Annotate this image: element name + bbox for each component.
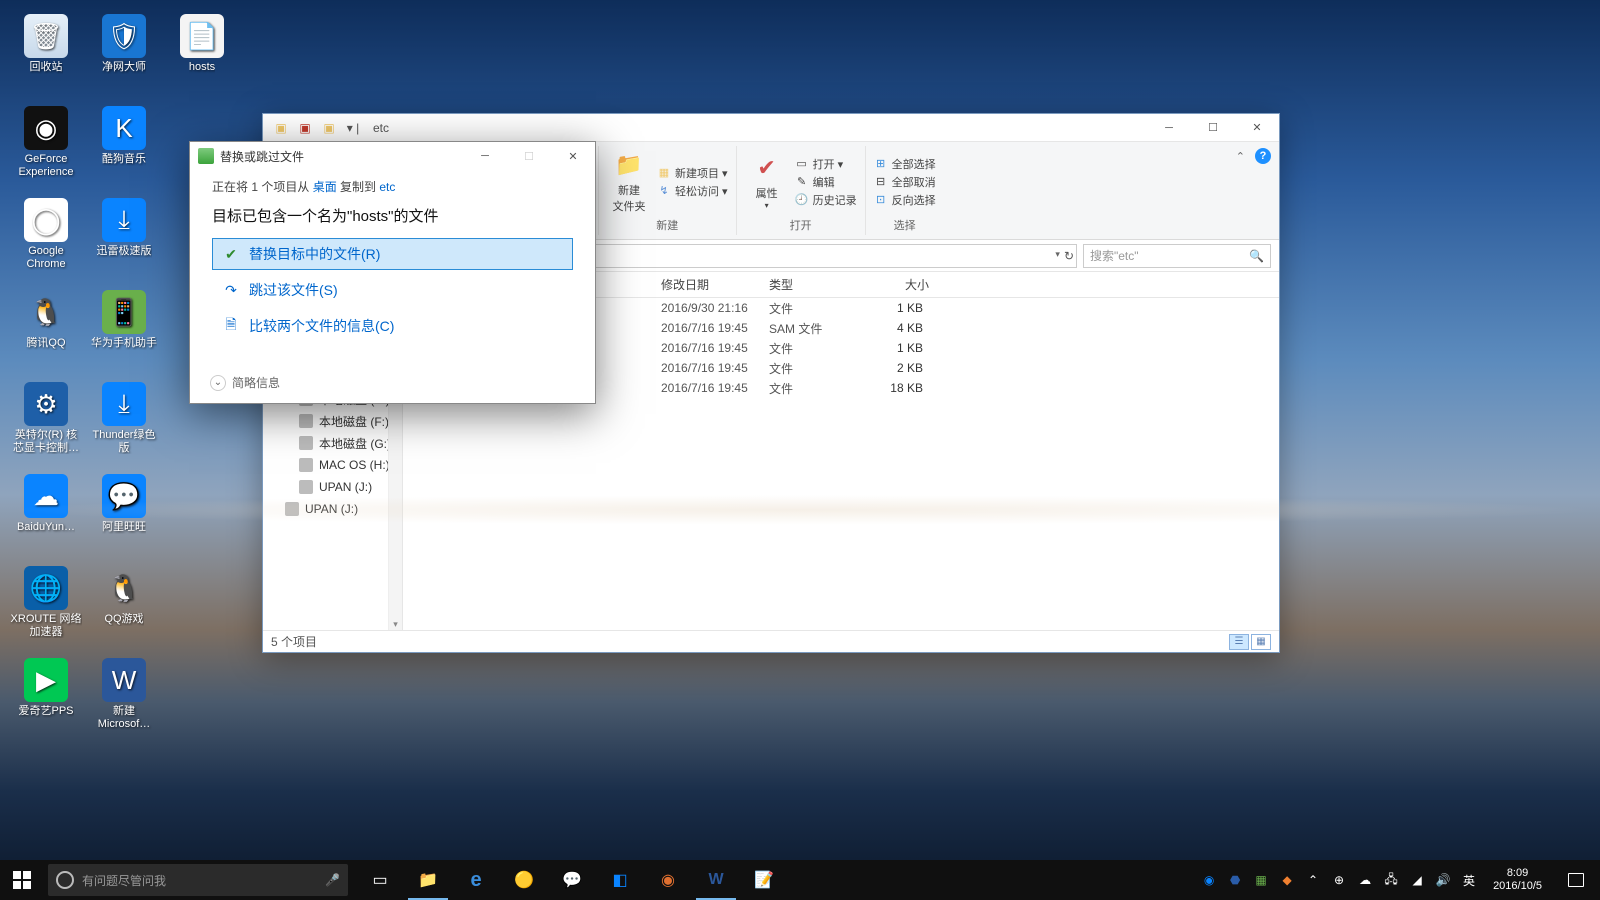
desktop-icon[interactable]: 📱华为手机助手 [88, 286, 160, 372]
minimize-button[interactable]: ─ [1147, 114, 1191, 142]
desktop-icon[interactable]: 🛡净网大师 [88, 10, 160, 96]
quick-access-dropdown[interactable]: ▾ | [345, 120, 361, 136]
new-item-button[interactable]: ▦新建项目 ▾ [657, 165, 728, 181]
invert-selection-button[interactable]: ⊡反向选择 [874, 192, 936, 208]
tray-icon[interactable]: ◉ [1201, 872, 1217, 888]
view-details-button[interactable]: ☰ [1229, 634, 1249, 650]
cortana-icon [56, 871, 74, 889]
tray-icon[interactable]: ▦ [1253, 872, 1269, 888]
help-icon[interactable]: ? [1255, 148, 1271, 164]
properties-button[interactable]: ✔属性▾ [745, 153, 789, 210]
taskbar-app-2[interactable]: ◉ [644, 860, 692, 900]
tray-security-icon[interactable]: ⊕ [1331, 872, 1347, 888]
nav-item[interactable]: 本地磁盘 (G:) [263, 432, 402, 454]
view-icons-button[interactable]: ▦ [1251, 634, 1271, 650]
quick-access-1[interactable]: ▣ [297, 120, 313, 136]
desktop-icon[interactable]: ⤓Thunder绿色版 [88, 378, 160, 464]
search-input[interactable]: 搜索"etc" 🔍 [1083, 244, 1271, 268]
desktop-icon[interactable]: 🐧腾讯QQ [10, 286, 82, 372]
replace-skip-dialog: 替换或跳过文件 ─ ☐ ✕ 正在将 1 个项目从 桌面 复制到 etc 目标已包… [189, 141, 596, 404]
address-dropdown-icon[interactable]: ▾ [1055, 249, 1060, 263]
nav-item[interactable]: MAC OS (H:) [263, 454, 402, 476]
refresh-icon[interactable]: ↻ [1064, 249, 1074, 263]
dialog-minimize-button[interactable]: ─ [463, 142, 507, 170]
taskbar-app-1[interactable]: ◧ [596, 860, 644, 900]
desktop-icon[interactable]: ◉GeForce Experience [10, 102, 82, 188]
skip-option[interactable]: ↷ 跳过该文件(S) [212, 274, 573, 306]
tray-icon[interactable]: ◆ [1279, 872, 1295, 888]
taskbar-chrome[interactable]: 🟡 [500, 860, 548, 900]
close-button[interactable]: ✕ [1235, 114, 1279, 142]
check-icon: ✔ [223, 246, 239, 262]
details-toggle-icon[interactable]: ⌄ [210, 375, 226, 391]
window-title: etc [373, 121, 389, 135]
dialog-icon [198, 148, 214, 164]
desktop-icon[interactable]: ◯Google Chrome [10, 194, 82, 280]
dialog-title-bar[interactable]: 替换或跳过文件 ─ ☐ ✕ [190, 142, 595, 170]
easy-access-button[interactable]: ↯轻松访问 ▾ [657, 183, 728, 199]
desktop-icon[interactable]: W新建 Microsof… [88, 654, 160, 740]
title-bar[interactable]: ▣ ▣ ▣ ▾ | etc ─ ☐ ✕ [263, 114, 1279, 142]
select-none-button[interactable]: ⊟全部取消 [874, 174, 936, 190]
nav-item[interactable]: UPAN (J:) [263, 498, 402, 520]
status-bar: 5 个项目 ☰ ▦ [263, 630, 1279, 652]
desktop-icon[interactable]: K酷狗音乐 [88, 102, 160, 188]
desktop-icon[interactable]: 🗑回收站 [10, 10, 82, 96]
desktop-icon[interactable]: ☁BaiduYun… [10, 470, 82, 556]
dialog-close-button[interactable]: ✕ [551, 142, 595, 170]
taskbar-clock[interactable]: 8:092016/10/5 [1487, 867, 1548, 893]
nav-item[interactable]: 本地磁盘 (F:) [263, 410, 402, 432]
ribbon-collapse-icon[interactable]: ⌃ [1236, 150, 1245, 163]
tray-network-icon[interactable]: 🖧 [1383, 872, 1399, 888]
taskbar-word[interactable]: W [692, 860, 740, 900]
edit-button[interactable]: ✎编辑 [795, 174, 857, 190]
notification-center-button[interactable] [1558, 873, 1594, 887]
select-all-button[interactable]: ⊞全部选择 [874, 156, 936, 172]
taskbar-explorer[interactable]: 📁 [404, 860, 452, 900]
dialog-message: 目标已包含一个名为"hosts"的文件 [212, 205, 573, 226]
history-button[interactable]: 🕘历史记录 [795, 192, 857, 208]
desktop-icon[interactable]: ⚙英特尔(R) 核芯显卡控制… [10, 378, 82, 464]
open-button[interactable]: ▭打开 ▾ [795, 156, 857, 172]
replace-option[interactable]: ✔ 替换目标中的文件(R) [212, 238, 573, 270]
dialog-copying-text: 正在将 1 个项目从 桌面 复制到 etc [212, 178, 573, 195]
maximize-button[interactable]: ☐ [1191, 114, 1235, 142]
quick-access-2[interactable]: ▣ [321, 120, 337, 136]
skip-icon: ↷ [223, 282, 239, 298]
dialog-maximize-button[interactable]: ☐ [507, 142, 551, 170]
system-tray[interactable]: ◉ ⬣ ▦ ◆ ⌃ ⊕ ☁ 🖧 ◢ 🔊 英 8:092016/10/5 [1201, 860, 1600, 900]
taskbar-edge[interactable]: e [452, 860, 500, 900]
compare-icon: 🗎 [223, 318, 239, 334]
tray-icon[interactable]: ⬣ [1227, 872, 1243, 888]
mic-icon[interactable]: 🎤 [325, 873, 340, 887]
tray-up-icon[interactable]: ⌃ [1305, 872, 1321, 888]
dialog-title: 替换或跳过文件 [220, 148, 304, 165]
desktop: 🗑回收站🛡净网大师📄hosts ◉GeForce ExperienceK酷狗音乐◯… [0, 0, 1600, 900]
desktop-icon[interactable]: 🌐XROUTE 网络加速器 [10, 562, 82, 648]
taskbar-notepad[interactable]: 📝 [740, 860, 788, 900]
desktop-icon[interactable]: 💬阿里旺旺 [88, 470, 160, 556]
search-icon: 🔍 [1249, 249, 1264, 263]
desktop-icon[interactable]: 🐧QQ游戏 [88, 562, 160, 648]
tray-wifi-icon[interactable]: ◢ [1409, 872, 1425, 888]
tray-ime[interactable]: 英 [1461, 872, 1477, 888]
nav-item[interactable]: UPAN (J:) [263, 476, 402, 498]
desktop-icon[interactable]: ⤓迅雷极速版 [88, 194, 160, 280]
folder-icon: ▣ [273, 120, 289, 136]
taskbar: 有问题尽管问我 🎤 ▭ 📁 e 🟡 💬 ◧ ◉ W 📝 ◉ ⬣ ▦ ◆ ⌃ ⊕ … [0, 860, 1600, 900]
compare-option[interactable]: 🗎 比较两个文件的信息(C) [212, 310, 573, 342]
start-button[interactable] [0, 860, 44, 900]
details-label[interactable]: 简略信息 [232, 374, 280, 391]
task-view-button[interactable]: ▭ [356, 860, 404, 900]
tray-volume-icon[interactable]: 🔊 [1435, 872, 1451, 888]
desktop-icon[interactable]: 📄hosts [166, 10, 238, 96]
new-folder-button[interactable]: 📁新建 文件夹 [607, 150, 651, 214]
cortana-search[interactable]: 有问题尽管问我 🎤 [48, 864, 348, 896]
tray-onedrive-icon[interactable]: ☁ [1357, 872, 1373, 888]
desktop-icon[interactable]: ▶爱奇艺PPS [10, 654, 82, 740]
taskbar-wechat[interactable]: 💬 [548, 860, 596, 900]
